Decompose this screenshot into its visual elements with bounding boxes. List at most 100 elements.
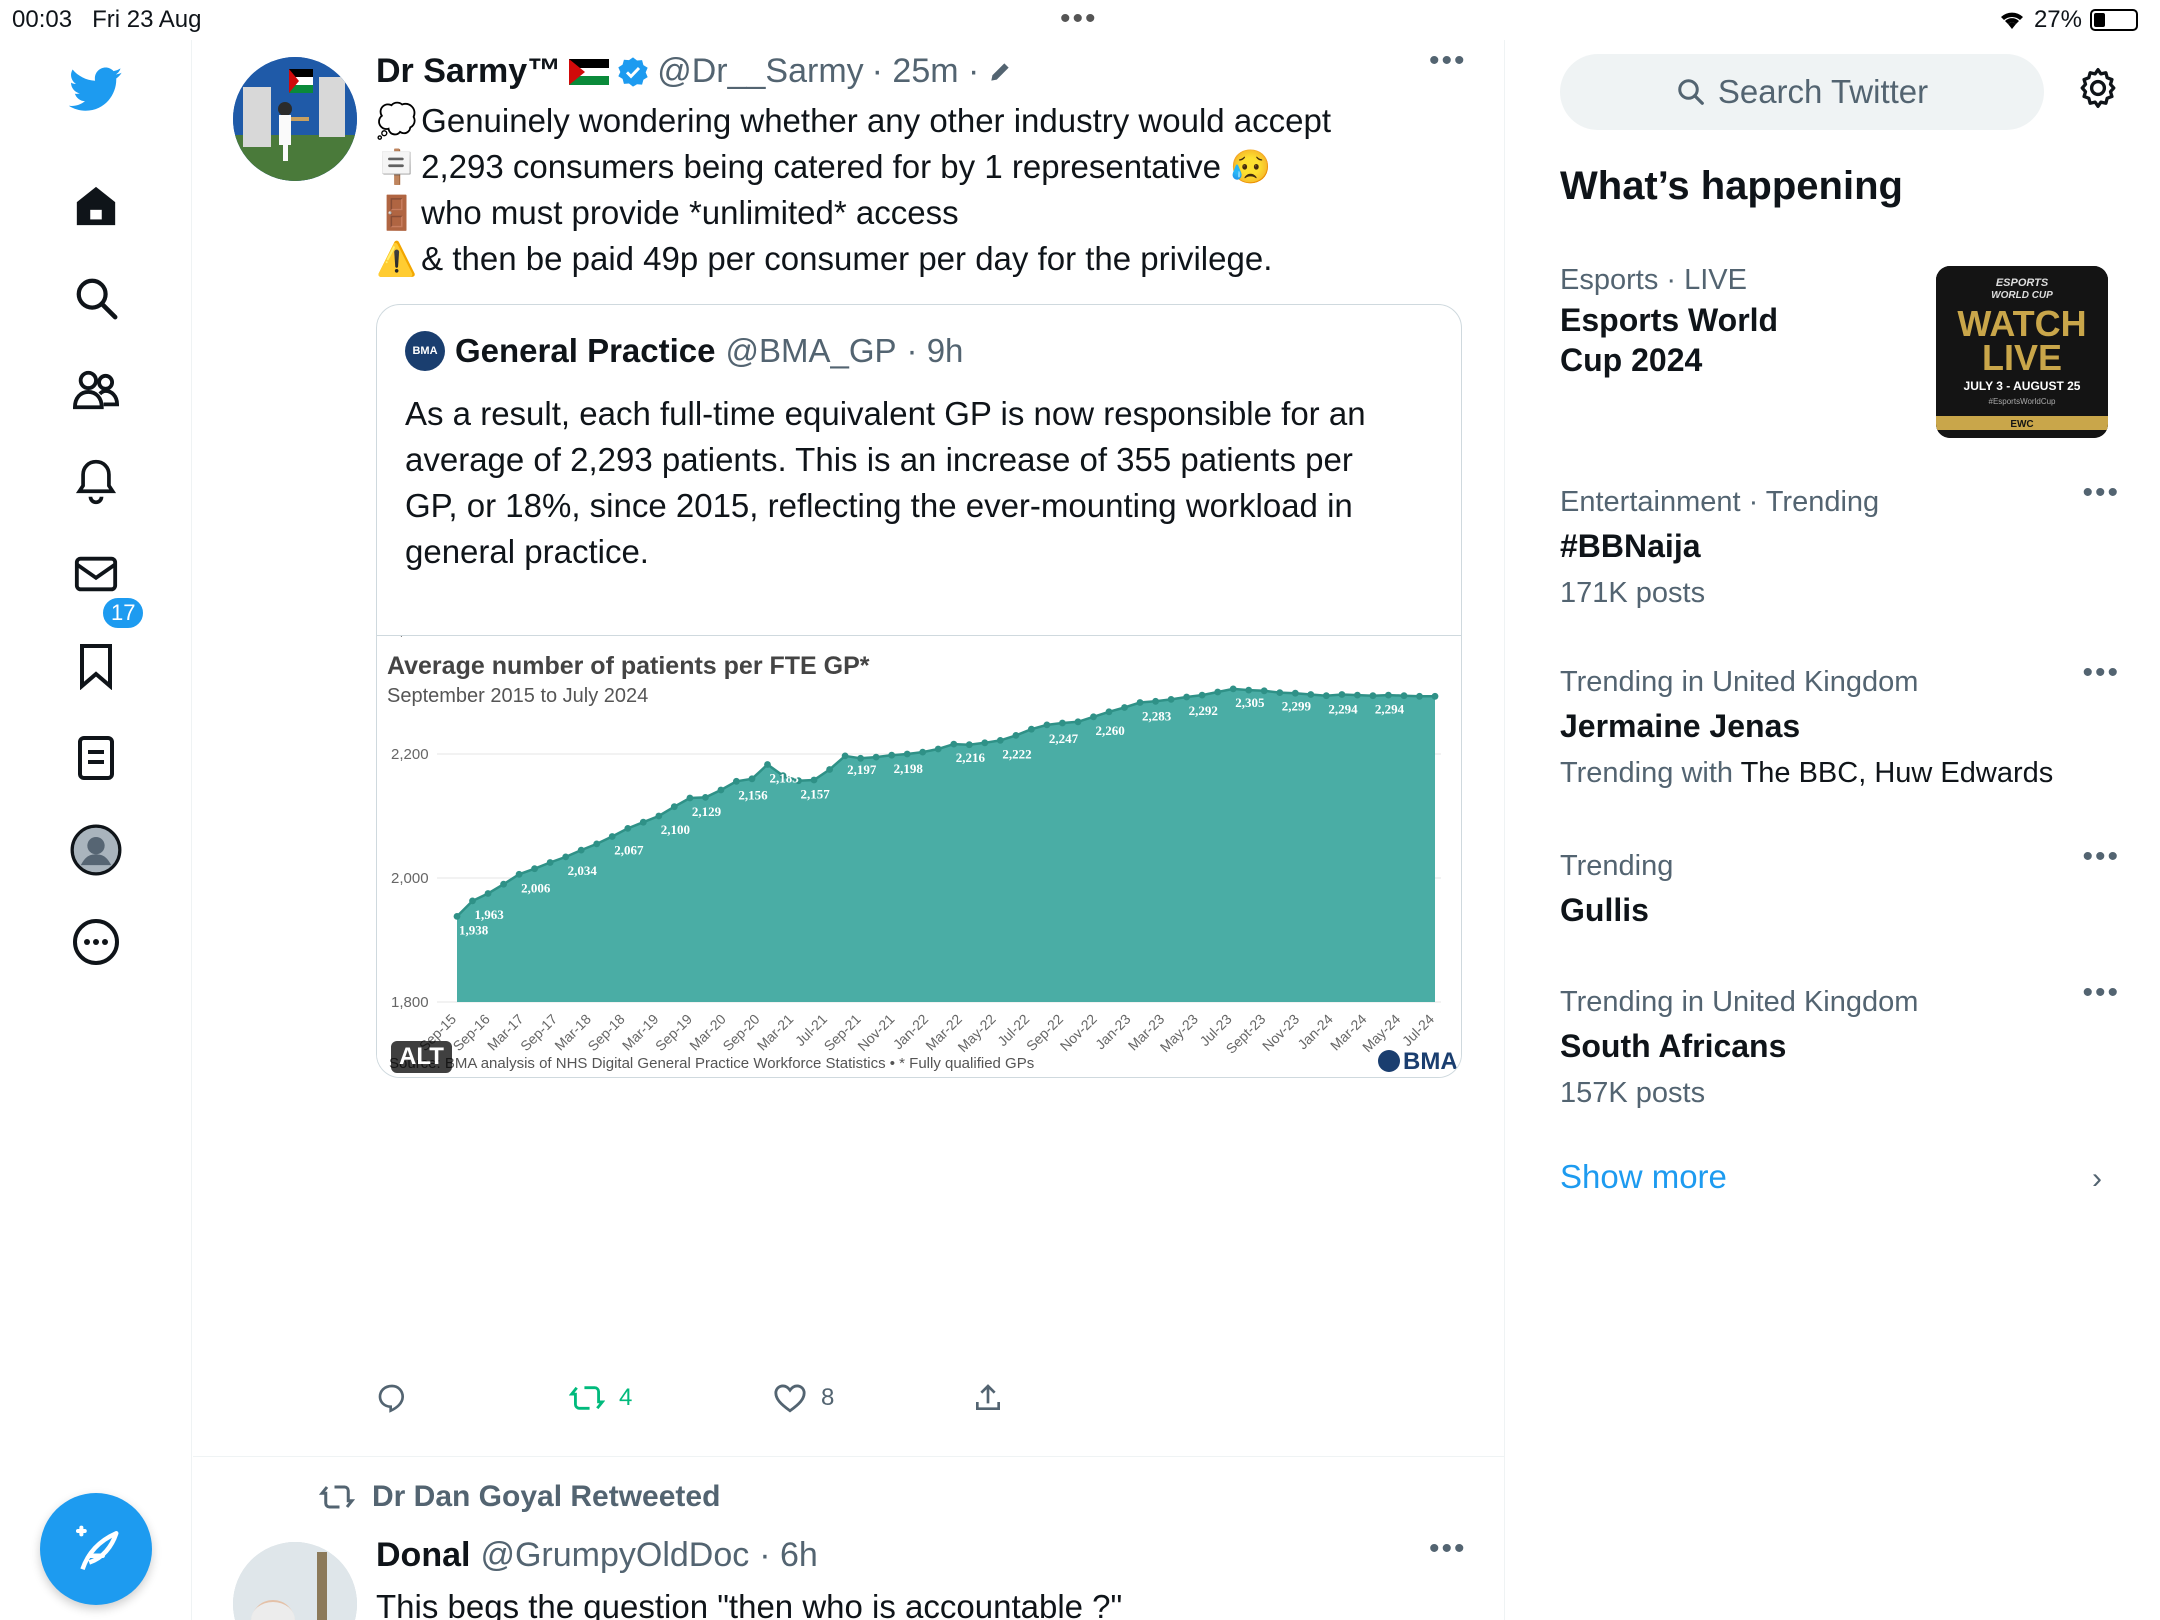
data-point: [841, 752, 849, 760]
home-icon[interactable]: [68, 178, 124, 234]
profile-avatar-icon[interactable]: [68, 822, 124, 878]
tweet-header: Dr Sarmy™ @Dr__Sarmy · 25m ·: [376, 52, 1013, 91]
data-point: [1385, 691, 1392, 699]
data-point: [500, 880, 507, 888]
more-options-icon[interactable]: [68, 914, 124, 970]
data-point: [484, 890, 492, 897]
second-author-handle[interactable]: @GrumpyOldDoc: [480, 1536, 749, 1575]
author-name[interactable]: Dr Sarmy™: [376, 52, 561, 91]
notifications-bell-icon[interactable]: [68, 454, 124, 510]
reply-icon: [378, 1384, 405, 1413]
tweet-body: 💭 Genuinely wondering whether any other …: [376, 98, 1331, 282]
data-label: 2,129: [692, 804, 722, 819]
chart-image[interactable]: Average number of patients per FTE GP* Se…: [377, 622, 1461, 1077]
settings-gear-icon[interactable]: [2076, 66, 2120, 115]
edited-pencil-icon[interactable]: [987, 59, 1013, 85]
x-tick-label: Sep-18: [584, 1011, 627, 1054]
share-button[interactable]: [972, 1382, 1004, 1414]
data-point: [608, 833, 616, 840]
alt-text-badge[interactable]: ALT: [391, 1041, 452, 1073]
x-tick-label: Sep-16: [450, 1011, 493, 1054]
second-tweet-more-icon[interactable]: •••: [1429, 1532, 1467, 1566]
tweet-more-options-icon[interactable]: •••: [1429, 44, 1467, 78]
bma-chart-logo-icon: [1378, 1050, 1400, 1072]
quoted-line: average of 2,293 patients. This is an in…: [405, 441, 1353, 478]
trend-more-icon[interactable]: •••: [2082, 656, 2120, 690]
trend-item-south-africans[interactable]: Trending in United Kingdom South African…: [1560, 976, 2120, 1116]
author-handle[interactable]: @Dr__Sarmy: [657, 52, 863, 91]
data-point: [857, 754, 864, 762]
like-button[interactable]: 8: [773, 1382, 834, 1414]
multitasking-dots[interactable]: •••: [1060, 2, 1098, 36]
data-label: 2,216: [956, 750, 986, 765]
data-point: [903, 750, 911, 758]
data-point: [1012, 732, 1020, 739]
data-label: 2,034: [568, 863, 598, 878]
reply-button[interactable]: [376, 1382, 422, 1414]
tweet-actions: 4 8: [376, 1382, 1076, 1422]
data-point: [1322, 692, 1330, 700]
quoted-line: GP, or 18%, since 2015, reflecting the e…: [405, 487, 1353, 524]
data-point: [748, 775, 756, 783]
messages-envelope-icon[interactable]: [68, 546, 124, 602]
retweet-context[interactable]: Dr Dan Goyal Retweeted: [318, 1480, 720, 1514]
x-tick-label: May-23: [1157, 1011, 1201, 1055]
trend-item-jermaine-jenas[interactable]: Trending in United Kingdom Jermaine Jena…: [1560, 656, 2120, 796]
data-label: 2,183: [769, 771, 799, 786]
search-input[interactable]: Search Twitter: [1560, 54, 2044, 130]
tweet-line-text: & then be paid 49p per consumer per day …: [421, 240, 1273, 277]
y-tick-label: 2,000: [391, 870, 429, 887]
warning-emoji-icon: ⚠️: [376, 240, 418, 277]
data-point: [1307, 691, 1315, 698]
second-author-name[interactable]: Donal: [376, 1536, 470, 1575]
quoted-tweet[interactable]: BMA General Practice @BMA_GP · 9h As a r…: [376, 304, 1462, 1078]
tweet-timestamp[interactable]: · 25m ·: [872, 52, 980, 91]
data-point: [934, 745, 942, 753]
quoted-timestamp: · 9h: [906, 332, 964, 369]
trend-related-names[interactable]: The BBC, Huw Edwards: [1741, 757, 2054, 789]
trend-title: #BBNaija: [1560, 528, 1701, 564]
trend-item-gullis[interactable]: Trending Gullis •••: [1560, 840, 2120, 934]
trend-item-bbnaija[interactable]: Entertainment · Trending #BBNaija 171K p…: [1560, 476, 2120, 616]
trend-post-count: 157K posts: [1560, 1077, 1706, 1109]
right-sidebar: Search Twitter What’s happening Esports …: [1506, 40, 2160, 1620]
data-point: [764, 761, 771, 768]
bookmarks-icon[interactable]: [68, 638, 124, 694]
lists-icon[interactable]: [68, 730, 124, 786]
status-time: 00:03 Fri 23 Aug: [12, 6, 202, 33]
explore-search-icon[interactable]: [68, 270, 124, 326]
data-label: 2,294: [1328, 702, 1358, 717]
second-author-avatar[interactable]: [233, 1542, 357, 1620]
data-point: [981, 739, 989, 747]
twitter-logo-icon[interactable]: [68, 62, 124, 118]
trend-more-icon[interactable]: •••: [2082, 476, 2120, 510]
data-label: 2,157: [801, 787, 831, 802]
data-point: [1028, 725, 1035, 733]
compose-tweet-button[interactable]: [40, 1493, 152, 1605]
tweet-line: 🪧 2,293 consumers being catered for by 1…: [376, 144, 1331, 190]
data-point: [577, 846, 585, 854]
data-point: [624, 825, 632, 832]
quoted-author-name: General Practice: [455, 332, 716, 369]
trend-more-icon[interactable]: •••: [2082, 976, 2120, 1010]
data-point: [1245, 686, 1253, 694]
x-tick-label: Sep-20: [719, 1011, 762, 1054]
esports-thumbnail[interactable]: ESPORTS WORLD CUP WATCH LIVE JULY 3 - AU…: [1936, 266, 2108, 438]
second-tweet-timestamp[interactable]: · 6h: [759, 1536, 818, 1575]
trend-title: Jermaine Jenas: [1560, 708, 1801, 744]
chart-source: Source: BMA analysis of NHS Digital Gene…: [389, 1055, 1034, 1072]
data-point: [453, 913, 461, 920]
share-icon: [976, 1384, 1000, 1410]
trend-more-icon[interactable]: •••: [2082, 840, 2120, 874]
retweet-button[interactable]: 4: [569, 1382, 632, 1414]
esports-thumb-strip: EWC: [2010, 419, 2033, 430]
search-placeholder: Search Twitter: [1717, 73, 1929, 110]
data-point: [1121, 704, 1128, 711]
data-point: [872, 753, 880, 761]
author-avatar[interactable]: [233, 57, 357, 181]
show-more-link[interactable]: Show more: [1560, 1158, 1727, 1196]
trend-meta: Trending: [1560, 850, 1674, 882]
data-label: 1,963: [475, 907, 505, 922]
communities-icon[interactable]: [68, 362, 124, 418]
trend-meta: Entertainment · Trending: [1560, 486, 1880, 518]
